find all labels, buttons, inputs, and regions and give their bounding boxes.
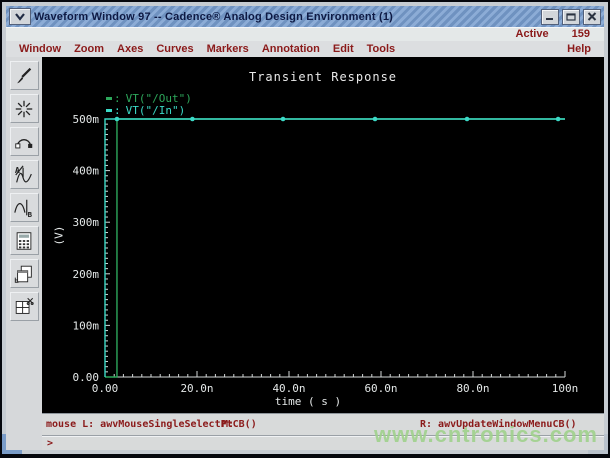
svg-text:400m: 400m <box>73 165 100 178</box>
legend-item-in: : VT("/In") <box>106 105 192 116</box>
svg-text:80.0n: 80.0n <box>456 382 489 395</box>
plot-canvas[interactable]: 0.00 20.0n 40.0n 60.0n 80.0n 100n 500m 400m 300m… <box>42 57 604 413</box>
svg-text:20.0n: 20.0n <box>180 382 213 395</box>
copy-window-button[interactable] <box>9 259 39 288</box>
out-trace-marker-icon <box>106 97 112 100</box>
menu-item-tools[interactable]: Tools <box>367 43 396 55</box>
svg-text:200m: 200m <box>73 268 100 281</box>
y-axis-label: (V) <box>52 225 66 246</box>
main-area: A B 0.00 20.0n 40.0n 60.0n 80.0n 100n 50… <box>6 57 604 450</box>
arc-marker-button[interactable] <box>9 127 39 156</box>
mouse-middle-binding: M: <box>222 419 235 430</box>
svg-text:300m: 300m <box>73 216 100 229</box>
menu-item-window[interactable]: Window <box>19 43 61 55</box>
svg-text:100m: 100m <box>73 319 100 332</box>
window-title: Waveform Window 97 -- Cadence® Analog De… <box>34 10 394 23</box>
svg-text:B: B <box>28 210 33 219</box>
split-window-button[interactable] <box>9 292 39 321</box>
active-status-row: Active 159 <box>6 28 604 41</box>
menu-help[interactable]: Help <box>567 43 591 55</box>
x-axis-label: time ( s ) <box>274 395 342 408</box>
menu-item-zoom[interactable]: Zoom <box>74 43 104 55</box>
svg-text:0.00: 0.00 <box>73 371 100 384</box>
split-window-scissors-icon <box>15 297 34 314</box>
legend-label-in: VT("/In") <box>125 104 186 117</box>
minimize-button[interactable] <box>541 8 559 25</box>
maximize-icon <box>566 13 576 21</box>
window-frame: Waveform Window 97 -- Cadence® Analog De… <box>2 2 608 454</box>
menu-item-markers[interactable]: Markers <box>207 43 249 55</box>
prompt-char: > <box>47 438 54 449</box>
pen-icon <box>17 67 32 83</box>
menubar: Window Zoom Axes Curves Markers Annotation Edi… <box>6 41 604 57</box>
active-label: Active <box>515 28 549 40</box>
pen-tool-button[interactable] <box>9 61 39 90</box>
svg-text:100n: 100n <box>552 382 579 395</box>
window-menu-button[interactable] <box>9 8 31 25</box>
active-count: 159 <box>571 28 590 40</box>
in-trace-marker-icon <box>106 109 112 112</box>
toolbar: A B <box>6 57 42 450</box>
copy-window-icon <box>14 265 32 283</box>
calculator-icon <box>16 231 32 250</box>
waveform-b-icon: B <box>14 199 33 219</box>
legend-item-out: : VT("/Out") <box>106 93 192 104</box>
waveform-b-button[interactable]: B <box>9 193 39 222</box>
menu-item-axes[interactable]: Axes <box>117 43 143 55</box>
starburst-icon <box>15 100 33 117</box>
legend-label-out: VT("/Out") <box>125 92 192 105</box>
calculator-button[interactable] <box>9 226 39 255</box>
svg-text:60.0n: 60.0n <box>364 382 397 395</box>
waveform-a-icon: A <box>15 165 32 182</box>
chart-title: Transient Response <box>248 70 398 84</box>
maximize-button[interactable] <box>562 8 580 25</box>
client-area: Waveform Window 97 -- Cadence® Analog De… <box>6 6 604 450</box>
titlebar[interactable]: Waveform Window 97 -- Cadence® Analog De… <box>6 6 604 28</box>
menu-item-annotation[interactable]: Annotation <box>262 43 320 55</box>
arc-markers-icon <box>15 138 33 148</box>
close-icon <box>587 12 597 21</box>
svg-text:500m: 500m <box>73 113 100 126</box>
application-window: Waveform Window 97 -- Cadence® Analog De… <box>0 0 610 458</box>
legend: : VT("/Out") : VT("/In") <box>106 93 192 117</box>
waveform-a-button[interactable]: A <box>9 160 39 189</box>
svg-text:40.0n: 40.0n <box>272 382 305 395</box>
minimize-icon <box>546 17 553 20</box>
menu-item-curves[interactable]: Curves <box>156 43 193 55</box>
watermark: www.cntronics.com <box>373 422 598 447</box>
close-button[interactable] <box>583 8 601 25</box>
zoom-star-button[interactable] <box>9 94 39 123</box>
menu-item-edit[interactable]: Edit <box>333 43 354 55</box>
chevron-down-icon <box>15 13 25 21</box>
